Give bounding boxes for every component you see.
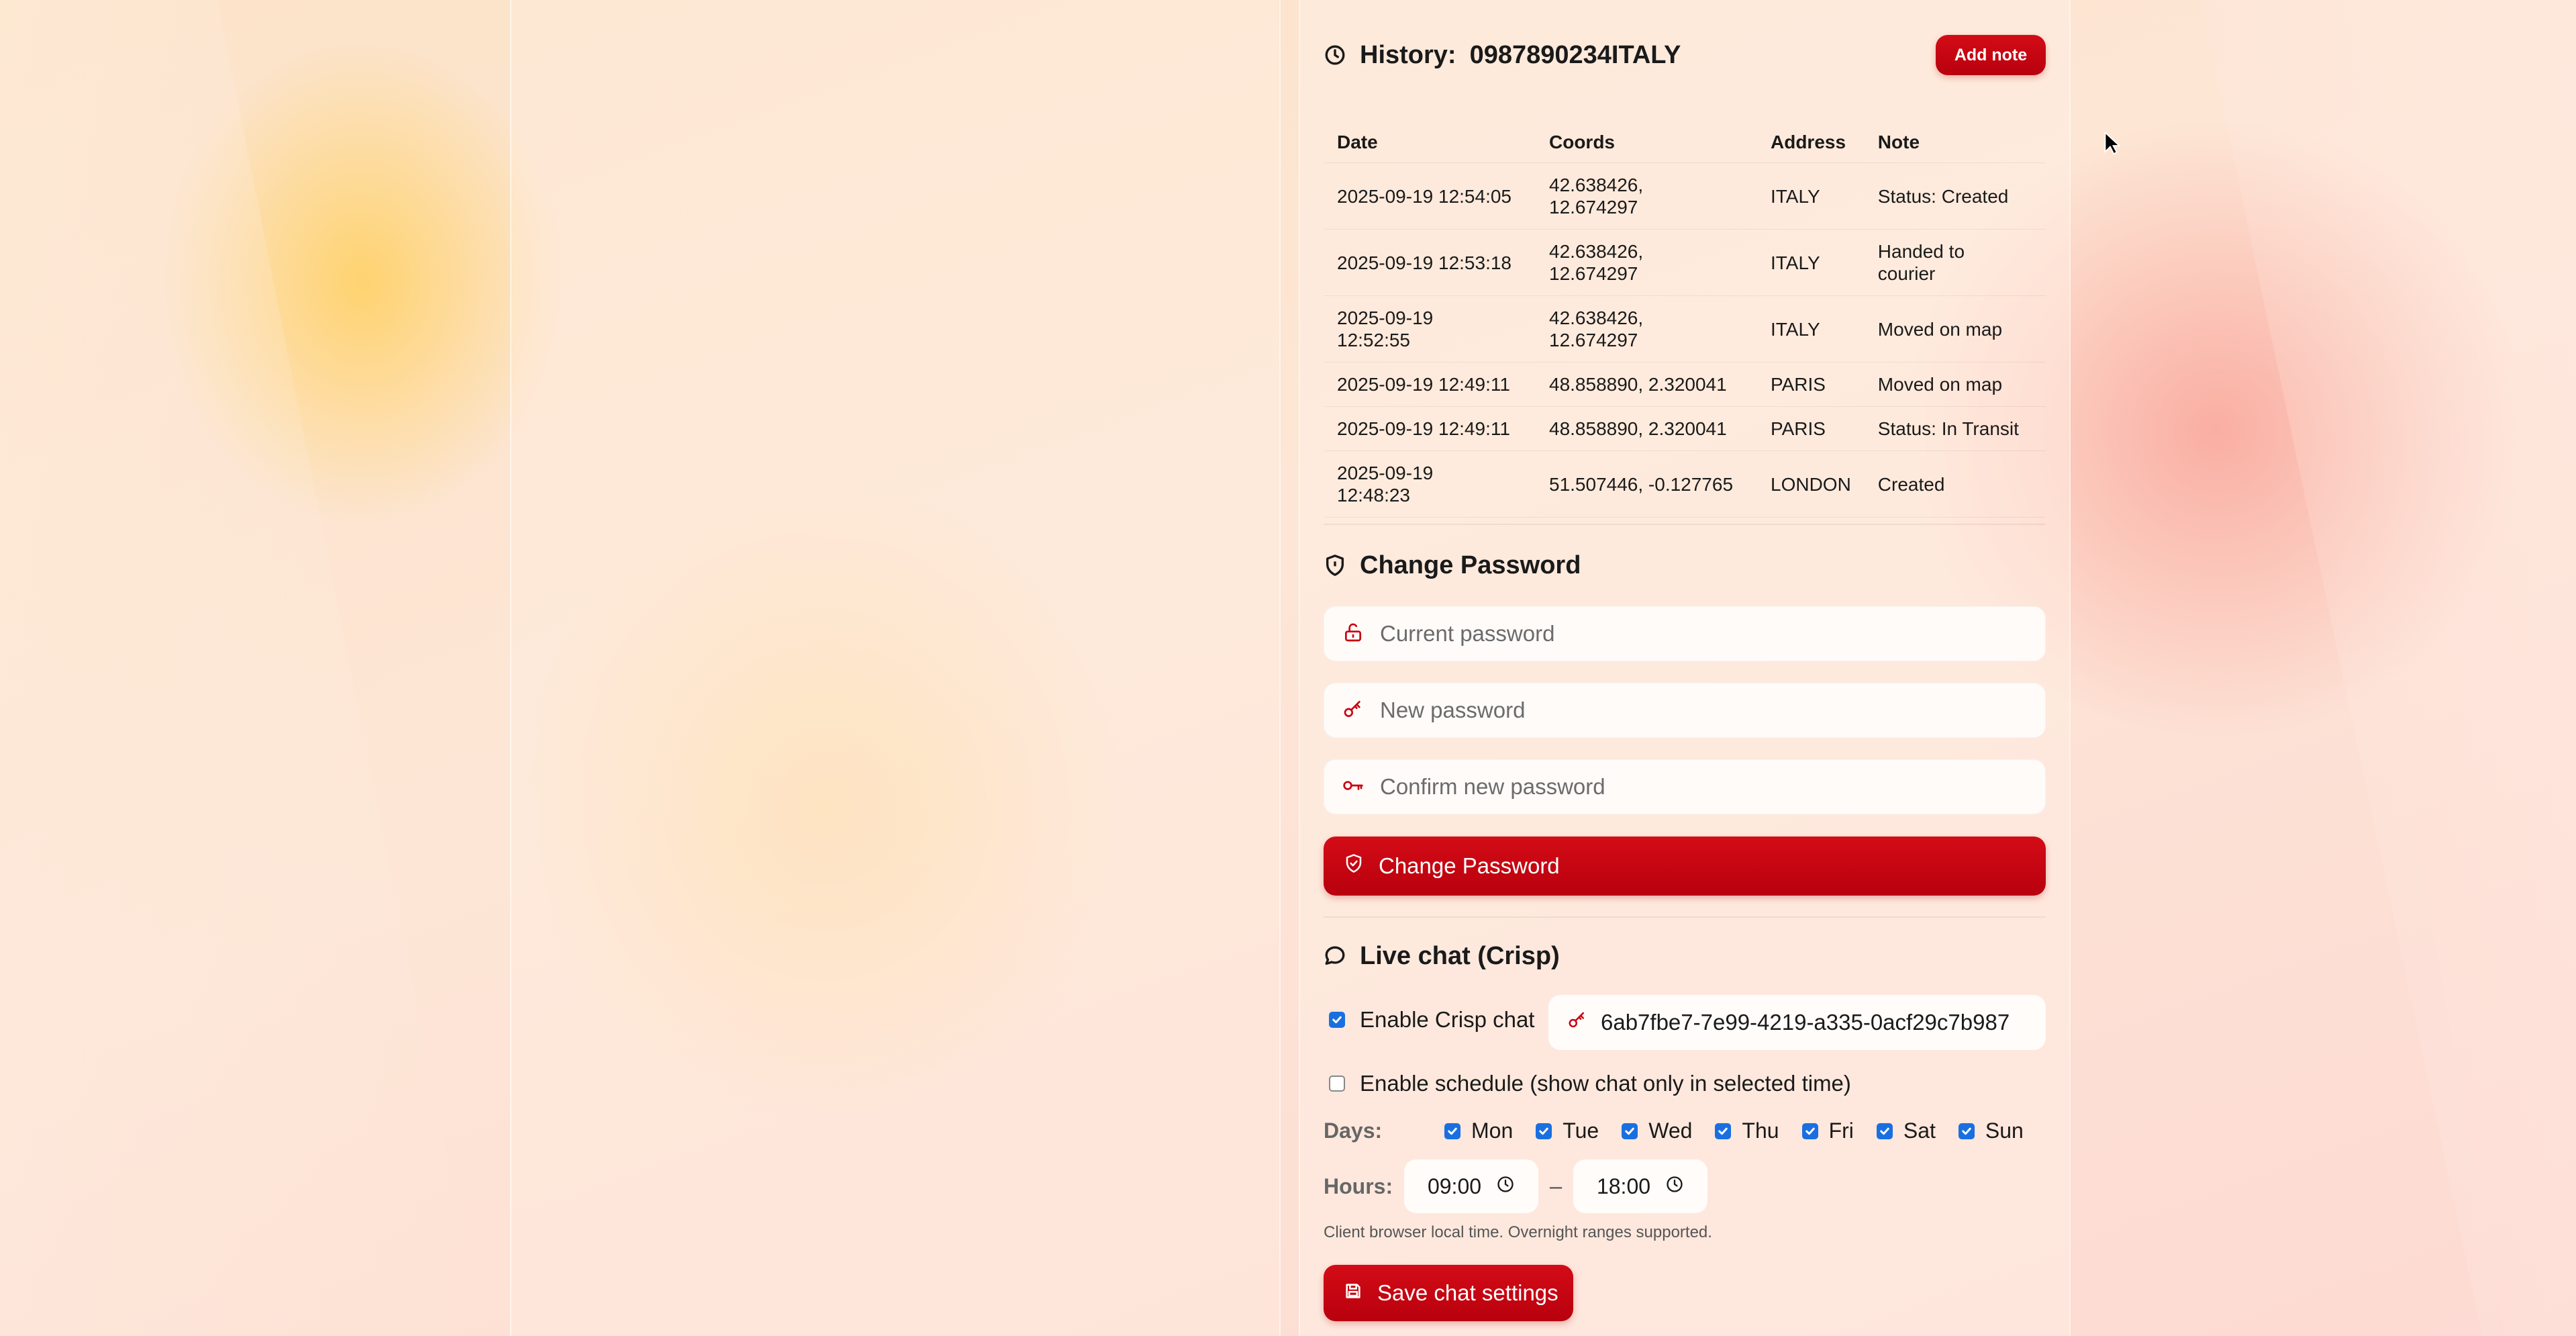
new-password-input[interactable] <box>1379 697 1985 724</box>
password-title: Change Password <box>1360 551 1581 579</box>
enable-schedule-checkbox[interactable] <box>1329 1076 1345 1092</box>
day-checkbox[interactable] <box>1876 1123 1893 1139</box>
hours-separator: – <box>1549 1174 1563 1198</box>
shield-check-icon <box>1344 853 1364 879</box>
day-checkbox[interactable] <box>1622 1123 1638 1139</box>
clock-icon <box>1665 1174 1684 1199</box>
crisp-website-id-value: 6ab7fbe7-7e99-4219-a335-0acf29c7b987 <box>1601 1010 2010 1035</box>
enable-crisp-row: Enable Crisp chat <box>1329 1007 1534 1033</box>
day-checkbox[interactable] <box>1958 1123 1975 1139</box>
section-divider <box>1324 916 2046 918</box>
day-checkbox[interactable] <box>1715 1123 1732 1139</box>
key-icon <box>1342 698 1364 723</box>
settings-panel: History: 0987890234ITALY Add note Date C… <box>1299 0 2071 1336</box>
hours-from-input[interactable]: 09:00 <box>1404 1159 1538 1213</box>
day-label: Mon <box>1471 1118 1514 1143</box>
left-panel <box>510 0 1281 1336</box>
confirm-password-field[interactable] <box>1324 759 2046 814</box>
hours-label: Hours: <box>1324 1174 1393 1198</box>
day-wed[interactable]: Wed <box>1622 1118 1692 1143</box>
section-divider <box>1324 524 2046 525</box>
change-password-button[interactable]: Change Password <box>1324 837 2046 896</box>
enable-crisp-checkbox[interactable] <box>1329 1012 1345 1028</box>
current-password-field[interactable] <box>1324 606 2046 661</box>
confirm-password-input[interactable] <box>1379 773 1985 800</box>
day-thu[interactable]: Thu <box>1715 1118 1779 1143</box>
save-chat-settings-button[interactable]: Save chat settings <box>1324 1265 1573 1321</box>
day-label: Fri <box>1828 1118 1854 1143</box>
enable-crisp-label: Enable Crisp chat <box>1360 1007 1535 1032</box>
hours-from-value: 09:00 <box>1427 1174 1482 1198</box>
day-tue[interactable]: Tue <box>1536 1118 1599 1143</box>
days-label: Days: <box>1324 1118 1383 1143</box>
forms-section: Change Password Change Password Live cha… <box>1324 0 2046 1336</box>
day-checkbox[interactable] <box>1801 1123 1818 1139</box>
chat-title: Live chat (Crisp) <box>1360 941 1560 970</box>
chat-header: Live chat (Crisp) <box>1324 937 1560 975</box>
day-mon[interactable]: Mon <box>1444 1118 1513 1143</box>
chat-bubble-icon <box>1324 945 1346 967</box>
day-label: Wed <box>1648 1118 1693 1143</box>
day-label: Tue <box>1563 1118 1599 1143</box>
crisp-website-id-field[interactable]: 6ab7fbe7-7e99-4219-a335-0acf29c7b987 <box>1548 995 2046 1050</box>
hours-to-value: 18:00 <box>1596 1174 1651 1198</box>
change-password-label: Change Password <box>1379 853 1560 878</box>
day-checkbox[interactable] <box>1444 1123 1460 1139</box>
key-round-icon <box>1342 775 1364 800</box>
clock-icon <box>1496 1174 1515 1199</box>
schedule-hint: Client browser local time. Overnight ran… <box>1324 1223 1712 1241</box>
enable-schedule-label: Enable schedule (show chat only in selec… <box>1360 1071 1851 1096</box>
unlock-icon <box>1342 622 1364 647</box>
enable-schedule-row: Enable schedule (show chat only in selec… <box>1329 1071 1851 1096</box>
save-chat-settings-label: Save chat settings <box>1377 1280 1558 1305</box>
shield-icon <box>1324 554 1346 577</box>
day-fri[interactable]: Fri <box>1801 1118 1854 1143</box>
hours-to-input[interactable]: 18:00 <box>1573 1159 1707 1213</box>
key-icon <box>1567 1010 1587 1035</box>
days-row: Days: Mon Tue Wed Thu Fri Sat Sun <box>1324 1118 2046 1143</box>
day-checkbox[interactable] <box>1536 1123 1552 1139</box>
password-header: Change Password <box>1324 546 1581 584</box>
day-label: Sun <box>1985 1118 2024 1143</box>
current-password-input[interactable] <box>1379 620 1985 647</box>
day-label: Sat <box>1903 1118 1936 1143</box>
mouse-cursor-icon <box>2104 131 2121 159</box>
new-password-field[interactable] <box>1324 683 2046 738</box>
day-label: Thu <box>1742 1118 1779 1143</box>
save-icon <box>1344 1280 1363 1306</box>
day-sun[interactable]: Sun <box>1958 1118 2024 1143</box>
day-sat[interactable]: Sat <box>1876 1118 1936 1143</box>
hours-row: Hours: 09:00 – 18:00 <box>1324 1159 1707 1213</box>
days-group: Mon Tue Wed Thu Fri Sat Sun <box>1444 1118 2024 1143</box>
